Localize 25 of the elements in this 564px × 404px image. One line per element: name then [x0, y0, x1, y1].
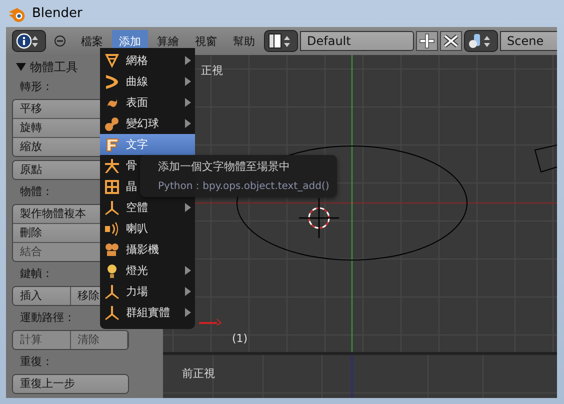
- section-label: 鍵幀：: [20, 267, 53, 281]
- panel-title: 物體工具: [30, 58, 78, 76]
- menu-item-label: 文字: [126, 137, 148, 152]
- tooltip-text: 添加一個文字物體至場景中: [158, 159, 291, 174]
- section-label: 轉形：: [20, 80, 53, 94]
- view-label: 前正視: [182, 366, 215, 381]
- menu-item-label: 喇叭: [126, 221, 148, 236]
- window-title: Blender: [32, 6, 82, 21]
- section-label: 重復：: [20, 355, 53, 369]
- menu-item-label: 群組實體: [126, 305, 170, 320]
- menu-item-label: 表面: [126, 95, 148, 110]
- section-label: 運動路徑：: [20, 311, 75, 325]
- view-label: 正視: [201, 63, 223, 78]
- menu-item-label: 骨: [126, 158, 137, 173]
- menu-item-label: 網格: [126, 53, 148, 68]
- frame-number: (1): [232, 332, 248, 345]
- menu-item-label: 燈光: [126, 263, 148, 278]
- menu-item-label: 變幻球: [126, 116, 159, 131]
- menu-item-label: 力場: [126, 284, 148, 299]
- menu-item-label: 空體: [126, 200, 148, 215]
- section-label: 物體：: [20, 185, 53, 199]
- python-path: Python：bpy.ops.object.text_add(): [158, 180, 330, 193]
- menu-item-label: 晶: [126, 179, 137, 194]
- menu-item-label: 攝影機: [126, 242, 159, 257]
- menu-item-label: 曲線: [126, 74, 148, 89]
